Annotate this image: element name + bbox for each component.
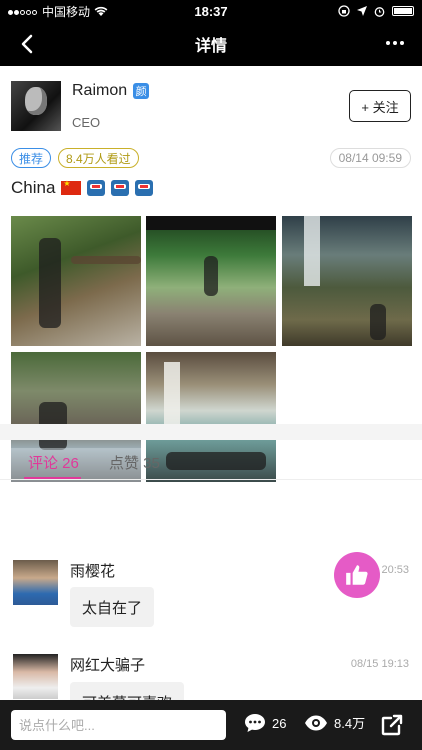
comment-text[interactable]: 太自在了 — [70, 587, 155, 627]
tab-indicator — [24, 477, 81, 479]
tab-comments[interactable]: 评论 26 — [28, 452, 79, 473]
views-count: 8.4万 — [334, 716, 366, 731]
nav-bar: 详情 — [0, 22, 422, 66]
post-photo[interactable] — [11, 216, 141, 346]
comment-icon — [245, 714, 265, 732]
verified-badge: 颜 — [133, 83, 150, 99]
comments-count: 26 — [272, 715, 287, 731]
comment-tabs: 评论 26 点赞 35 — [0, 440, 422, 480]
follow-button[interactable]: + 关注 — [349, 90, 411, 122]
status-time: 18:37 — [194, 3, 228, 19]
eye-icon — [305, 715, 327, 730]
post-date: 08/14 09:59 — [329, 148, 411, 168]
comment-input[interactable] — [11, 710, 226, 740]
comments-count-button[interactable]: 26 — [244, 713, 286, 733]
china-flag-icon — [61, 179, 82, 195]
author-name[interactable]: Raimon — [72, 82, 127, 100]
wifi-icon — [94, 6, 108, 16]
recommend-tag: 推荐 — [11, 148, 52, 168]
bottom-bar: 26 8.4万 — [0, 700, 422, 750]
carrier-label: 中国移动 — [42, 4, 91, 19]
author-role: CEO — [72, 115, 101, 130]
commenter-avatar[interactable] — [13, 654, 58, 699]
views-count-button[interactable]: 8.4万 — [304, 713, 365, 732]
views-tag: 8.4万人看过 — [58, 148, 139, 168]
location-icon — [357, 6, 367, 16]
signal-icon — [8, 4, 38, 18]
commenter-avatar[interactable] — [13, 560, 58, 605]
alarm-icon — [374, 6, 385, 17]
comment-time: 20:53 — [381, 564, 409, 576]
comment-time: 08/15 19:13 — [350, 658, 409, 670]
rotation-lock-icon — [338, 5, 350, 17]
share-icon[interactable] — [380, 713, 404, 737]
like-button[interactable] — [334, 552, 380, 598]
tab-likes[interactable]: 点赞 35 — [109, 452, 160, 473]
battery-icon — [392, 6, 414, 16]
emoji-icon — [135, 180, 154, 196]
page-title: 详情 — [194, 38, 227, 55]
status-left: 中国移动 — [8, 3, 158, 20]
author-avatar[interactable] — [11, 81, 61, 131]
author-name-row: Raimon 颜 — [72, 82, 150, 100]
emoji-icon — [111, 180, 130, 196]
more-icon[interactable] — [386, 41, 404, 45]
post-text: China — [11, 178, 154, 198]
post-photo[interactable] — [282, 216, 412, 346]
back-icon[interactable] — [16, 32, 40, 56]
commenter-name[interactable]: 网红大骗子 — [70, 654, 145, 675]
section-divider — [0, 424, 422, 440]
status-right — [264, 5, 414, 17]
status-bar: 中国移动 18:37 — [0, 0, 422, 22]
thumbs-up-icon — [346, 565, 368, 585]
commenter-name[interactable]: 雨樱花 — [70, 560, 115, 581]
post-photo[interactable] — [146, 216, 276, 346]
post-text-body: China — [11, 178, 56, 197]
emoji-icon — [87, 180, 106, 196]
